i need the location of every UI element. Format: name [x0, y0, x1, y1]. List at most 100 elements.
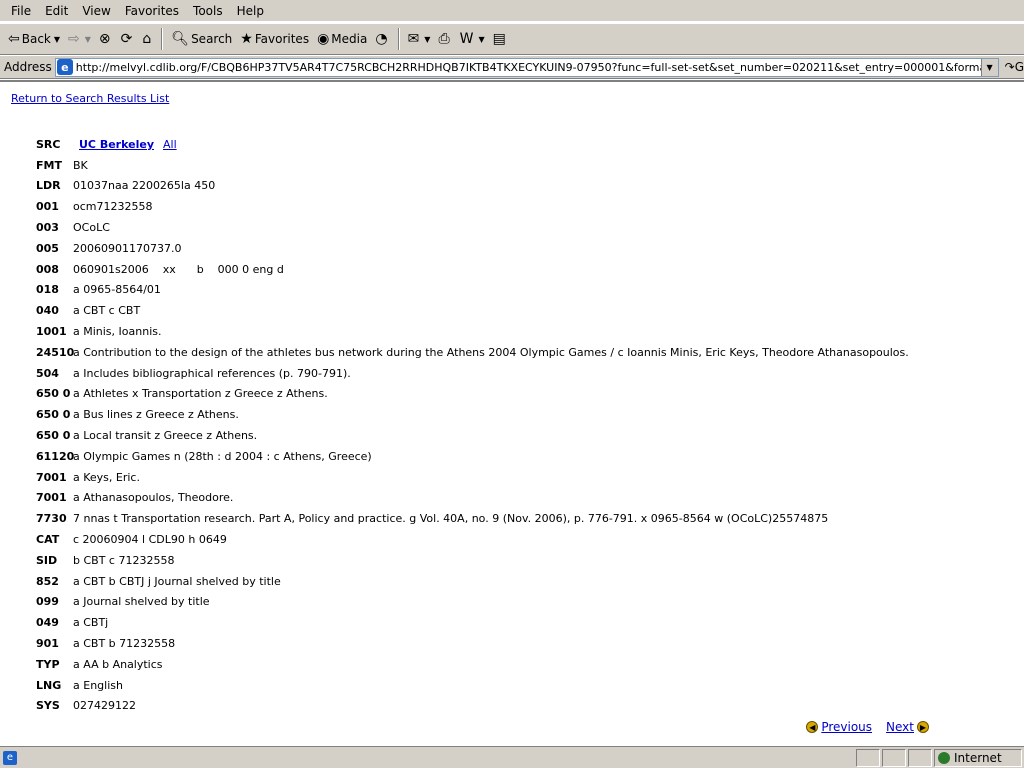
- record-row: LDR 01037naa 2200265la 450: [36, 176, 909, 197]
- edit-dropdown-icon[interactable]: ▼: [479, 35, 485, 44]
- record-value: a 0965-8564/01: [73, 283, 161, 297]
- back-dropdown-icon[interactable]: ▼: [54, 35, 60, 44]
- media-button[interactable]: ◉ Media: [313, 26, 371, 52]
- forward-dropdown-icon[interactable]: ▼: [85, 35, 91, 44]
- stop-icon: ⊗: [98, 31, 111, 47]
- record-row: 650 0a Bus lines z Greece z Athens.: [36, 404, 909, 425]
- record-tag: LNG: [36, 678, 62, 692]
- record-value: a CBT b 71232558: [73, 637, 176, 651]
- media-label: Media: [331, 32, 368, 46]
- record-row: CAT c 20060904 l CDL90 h 0649: [36, 529, 909, 550]
- record-value: a Journal shelved by title: [73, 595, 210, 609]
- back-label: Back: [21, 32, 51, 46]
- record-value: a CBTj: [73, 616, 109, 630]
- record-row: 650 0a Athletes x Transportation z Greec…: [36, 384, 909, 405]
- home-button[interactable]: ⌂: [138, 26, 157, 52]
- discuss-icon: ▤: [492, 31, 506, 47]
- favorites-button[interactable]: ★ Favorites: [236, 26, 313, 52]
- record-row: 008 060901s2006 xx b 000 0 eng d: [36, 259, 909, 280]
- search-icon: 🔍︎: [171, 31, 190, 47]
- record-value: BK: [73, 158, 88, 172]
- print-button[interactable]: ⎙: [434, 26, 455, 52]
- next-arrow-icon[interactable]: ▶: [917, 721, 929, 733]
- record-value: c 20060904 l CDL90 h 0649: [73, 533, 227, 547]
- refresh-icon: ⟳: [120, 31, 133, 47]
- menu-edit[interactable]: Edit: [38, 0, 75, 22]
- record-value: 027429122: [73, 699, 136, 713]
- toolbar: ⇦ Back ▼ ⇨ ▼ ⊗ ⟳ ⌂ 🔍︎ Search ★ Favorites…: [0, 23, 1024, 55]
- discuss-button[interactable]: ▤: [489, 26, 512, 52]
- menu-help[interactable]: Help: [230, 0, 271, 22]
- record-tag: 1001: [36, 325, 67, 339]
- uc-berkeley-link[interactable]: UC Berkeley: [79, 138, 154, 151]
- record-tag: 901: [36, 637, 59, 651]
- record-row: SYS 027429122: [36, 696, 909, 717]
- forward-button[interactable]: ⇨ ▼: [64, 26, 95, 52]
- edit-button[interactable]: W ▼: [456, 26, 489, 52]
- status-panel: [856, 748, 880, 767]
- record-row: 7730 7 nnas t Transportation research. Pa…: [36, 508, 909, 529]
- next-link[interactable]: Next: [886, 720, 914, 734]
- menu-tools[interactable]: Tools: [186, 0, 230, 22]
- search-button[interactable]: 🔍︎ Search: [167, 26, 236, 52]
- address-input[interactable]: e http://melvyl.cdlib.org/F/CBQB6HP37TV5…: [54, 57, 999, 77]
- record-value: 20060901170737.0: [73, 241, 182, 255]
- refresh-button[interactable]: ⟳: [117, 26, 139, 52]
- menu-bar: File Edit View Favorites Tools Help: [0, 0, 1024, 22]
- mail-dropdown-icon[interactable]: ▼: [424, 35, 430, 44]
- address-dropdown-icon[interactable]: ▼: [980, 58, 998, 76]
- record-value: a Local transit z Greece z Athens.: [73, 429, 258, 443]
- record-row: 1001 a Minis, Ioannis.: [36, 321, 909, 342]
- record-tag: 650 0: [36, 429, 71, 443]
- record-row: 005 20060901170737.0: [36, 238, 909, 259]
- record-navigation: ◀ Previous Next ▶: [803, 720, 932, 734]
- return-to-results-link[interactable]: Return to Search Results List: [11, 92, 169, 105]
- record-value: OCoLC: [73, 221, 110, 235]
- menu-file[interactable]: File: [4, 0, 38, 22]
- page-status-icon: e: [3, 750, 17, 765]
- menu-favorites[interactable]: Favorites: [118, 0, 186, 22]
- record-tag: 7001: [36, 470, 67, 484]
- mail-button[interactable]: ✉ ▼: [404, 26, 435, 52]
- history-button[interactable]: ◔: [371, 26, 393, 52]
- go-button[interactable]: ↷G: [1005, 60, 1024, 74]
- menu-view[interactable]: View: [75, 0, 117, 22]
- address-url[interactable]: http://melvyl.cdlib.org/F/CBQB6HP37TV5AR…: [76, 61, 981, 74]
- record-tag: 504: [36, 366, 59, 380]
- record-value: a CBT c CBT: [73, 304, 141, 318]
- favorites-label: Favorites: [254, 32, 310, 46]
- all-link[interactable]: All: [163, 138, 177, 151]
- record-tag: 040: [36, 304, 59, 318]
- record-tag: 049: [36, 616, 59, 630]
- record-row: 7001 a Keys, Eric.: [36, 467, 909, 488]
- ie-page-icon: e: [56, 59, 73, 75]
- record-value: a Keys, Eric.: [73, 470, 140, 484]
- record-tag: 7001: [36, 491, 67, 505]
- record-tag: SID: [36, 553, 58, 567]
- record-tag: 008: [36, 262, 59, 276]
- record-row-src: SRC UC Berkeley All: [36, 134, 909, 155]
- back-arrow-icon: ⇦: [8, 31, 20, 47]
- stop-button[interactable]: ⊗: [95, 26, 117, 52]
- record-value: b CBT c 71232558: [73, 553, 175, 567]
- record-value: a Contribution to the design of the athl…: [73, 345, 909, 359]
- record-value: a CBT b CBTJ j Journal shelved by title: [73, 574, 281, 588]
- record-value: 060901s2006 xx b 000 0 eng d: [73, 262, 284, 276]
- record-row: SID b CBT c 71232558: [36, 550, 909, 571]
- record-value: a AA b Analytics: [73, 657, 163, 671]
- previous-link[interactable]: Previous: [821, 720, 872, 734]
- record-tag: 018: [36, 283, 59, 297]
- record-tag: 852: [36, 574, 59, 588]
- record-value: a English: [73, 678, 123, 692]
- record-value: ocm71232558: [73, 200, 153, 214]
- record-row: 040 a CBT c CBT: [36, 300, 909, 321]
- page-content: Return to Search Results List SRC UC Ber…: [0, 82, 1024, 746]
- back-button[interactable]: ⇦ Back ▼: [4, 26, 64, 52]
- home-icon: ⌂: [142, 31, 152, 47]
- print-icon: ⎙: [438, 31, 450, 47]
- record-value: a Bus lines z Greece z Athens.: [73, 408, 239, 422]
- toolbar-separator: [397, 28, 400, 50]
- previous-arrow-icon[interactable]: ◀: [806, 721, 819, 733]
- record-value: a Olympic Games n (28th : d 2004 : c Ath…: [73, 449, 372, 463]
- record-tag: FMT: [36, 158, 62, 172]
